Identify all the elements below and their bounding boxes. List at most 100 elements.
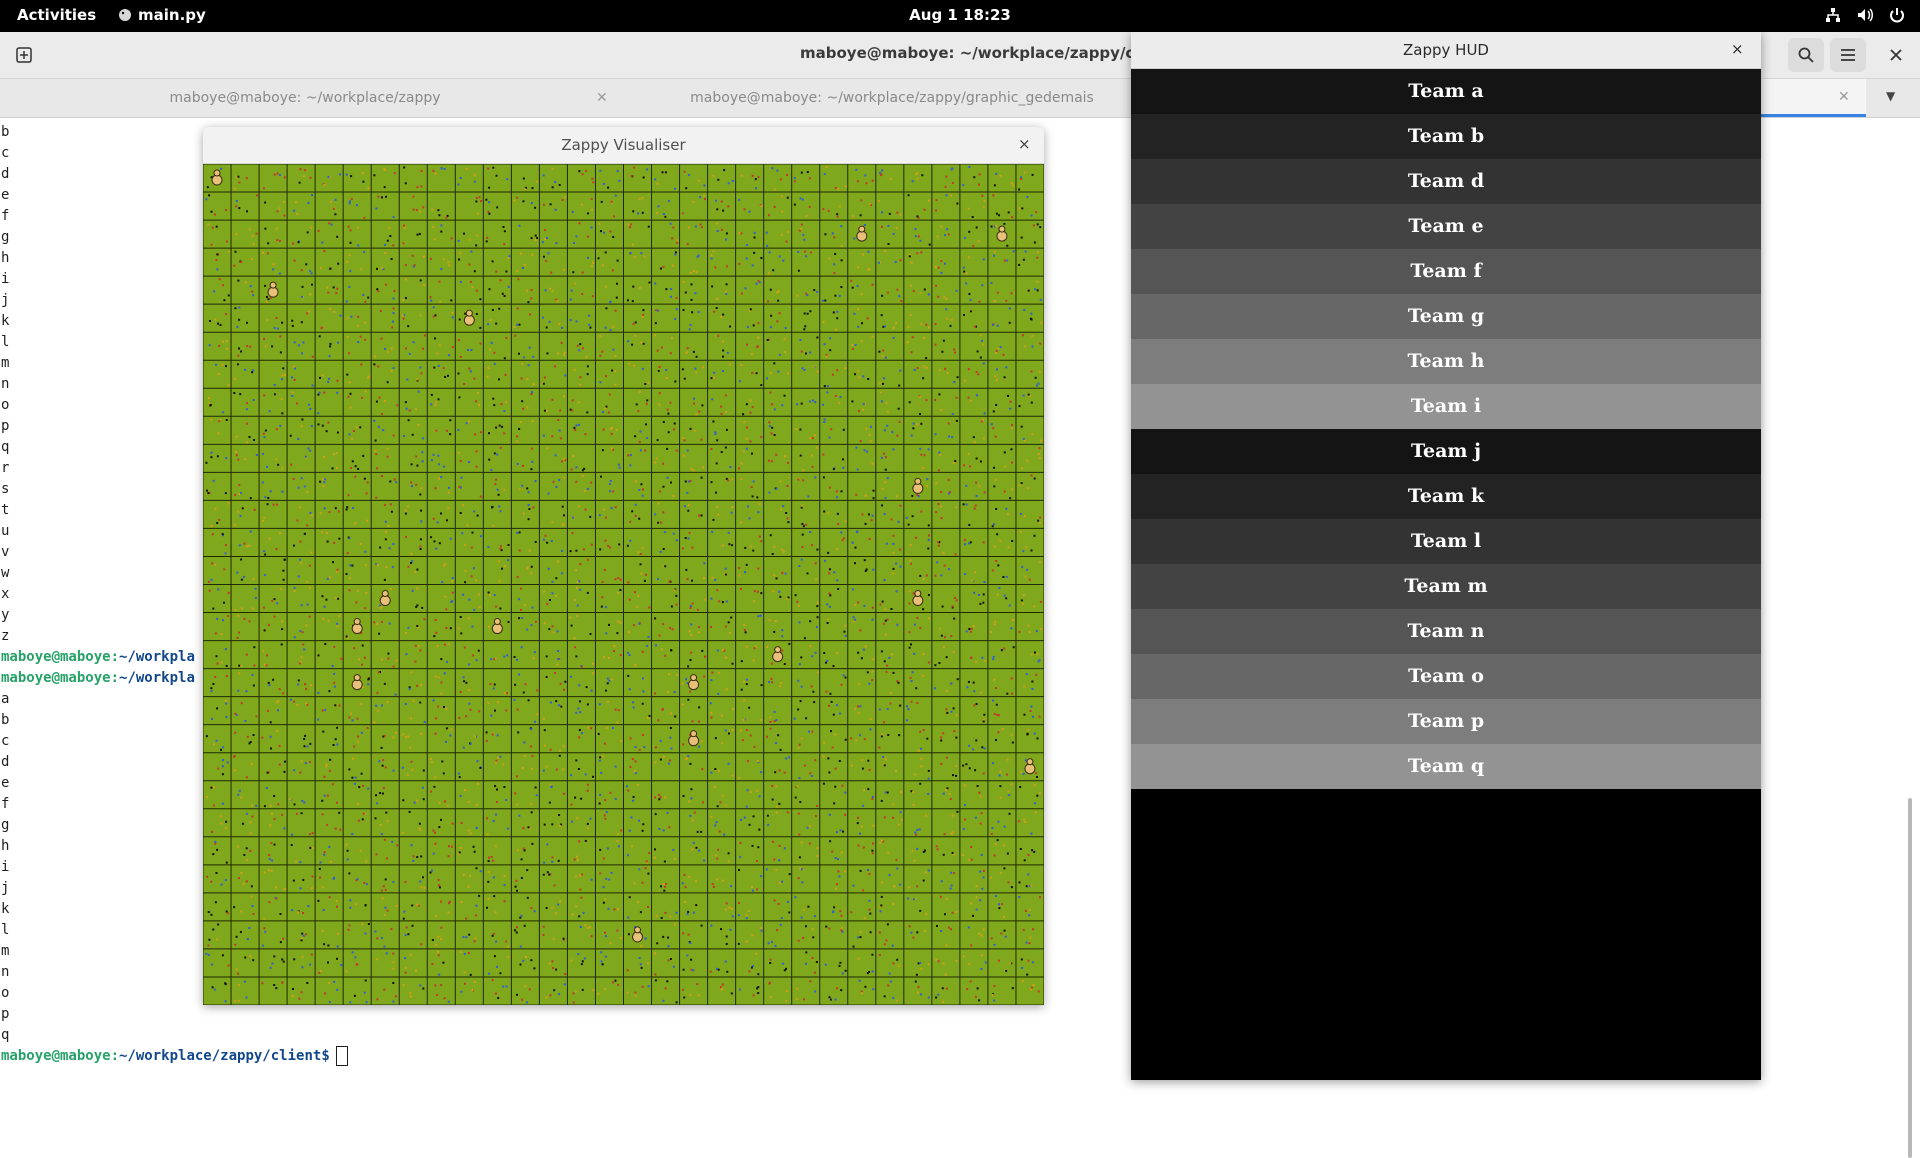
resource-item [880,456,883,459]
resource-item [333,980,336,983]
resource-item [345,635,348,638]
resource-item [975,739,978,742]
resource-item [778,859,781,862]
resource-item [380,937,383,940]
resource-item [468,702,471,705]
search-button[interactable] [1788,38,1824,72]
resource-item [447,374,449,377]
terminal-tab[interactable]: maboye@maboye: ~/workplace/zappy/graphic… [612,79,1172,117]
resource-item [665,377,668,379]
resource-item [610,432,613,435]
resource-item [936,848,939,851]
resource-item [213,804,215,807]
resource-item [937,960,940,963]
resource-item [781,629,784,632]
resource-item [940,491,943,493]
resource-item [888,874,891,877]
visualiser-titlebar[interactable]: Zappy Visualiser × [203,127,1044,164]
resource-item [644,867,647,870]
terminal-scrollbar[interactable] [1908,798,1912,1158]
resource-item [698,706,701,709]
resource-item [579,874,582,877]
volume-icon[interactable] [1856,6,1874,24]
resource-item [332,453,335,456]
resource-item [531,187,534,190]
resource-item [473,940,476,943]
resource-item [402,917,405,920]
resource-item [332,744,335,746]
network-icon[interactable] [1824,6,1842,24]
resource-item [627,299,629,302]
resource-item [1006,773,1008,776]
resource-item [716,878,719,881]
map-canvas[interactable] [203,164,1044,1005]
clock[interactable]: Aug 1 18:23 [909,6,1011,24]
resource-item [445,216,448,219]
menu-button[interactable] [1830,38,1866,72]
resource-item [659,739,662,742]
tab-close-icon[interactable]: ✕ [596,90,608,106]
resource-item [326,794,329,797]
resource-item [356,740,359,743]
resource-item [490,469,493,472]
resource-item [979,334,982,337]
resource-item [710,712,713,715]
resource-item [1026,459,1029,462]
resource-item [263,917,266,920]
resource-item [326,286,329,289]
resource-item [493,404,496,407]
resource-item [252,734,255,736]
resource-item [349,406,352,409]
resource-item [951,831,954,834]
resource-item [740,174,743,177]
activities-button[interactable]: Activities [17,6,96,24]
resource-item [631,758,634,760]
app-menu[interactable]: main.py [118,6,206,24]
resource-item [502,226,505,228]
resource-item [311,283,313,286]
resource-item [939,895,942,898]
resource-item [534,480,537,483]
tab-close-icon[interactable]: ✕ [1838,89,1850,105]
resource-item [892,803,895,806]
resource-item [641,315,644,318]
visualiser-close-icon[interactable]: × [1018,135,1031,153]
resource-item [769,288,772,291]
resource-item [350,712,353,715]
resource-item [340,657,343,660]
terminal-tab[interactable]: maboye@maboye: ~/workplace/zappy ✕ [0,79,610,117]
new-tab-button[interactable] [6,38,42,72]
power-icon[interactable] [1888,6,1906,24]
resource-item [713,371,716,374]
resource-item [271,962,274,965]
terminal-line: k [1,313,10,329]
resource-item [494,911,497,914]
resource-item [757,280,760,283]
resource-item [690,467,693,470]
tabs-dropdown-icon[interactable]: ▼ [1886,89,1895,103]
close-window-button[interactable] [1878,38,1914,72]
resource-item [710,254,713,257]
resource-item [778,882,781,885]
resource-item [857,957,860,960]
resource-item [657,521,660,524]
resource-item [979,691,982,694]
resource-item [979,822,982,825]
resource-item [462,676,465,679]
resource-item [664,796,667,799]
resource-item [979,795,982,798]
hud-close-icon[interactable]: × [1731,40,1744,58]
resource-item [334,198,337,201]
resource-item [475,400,478,403]
resource-item [950,635,953,638]
resource-item [1027,959,1030,962]
resource-item [353,782,356,785]
resource-item [860,825,863,828]
resource-item [1038,447,1041,450]
resource-item [834,187,837,189]
hud-titlebar[interactable]: Zappy HUD × [1131,32,1761,69]
resource-item [491,309,494,311]
system-tray[interactable] [1824,6,1906,24]
resource-item [390,928,393,931]
resource-item [828,771,831,774]
